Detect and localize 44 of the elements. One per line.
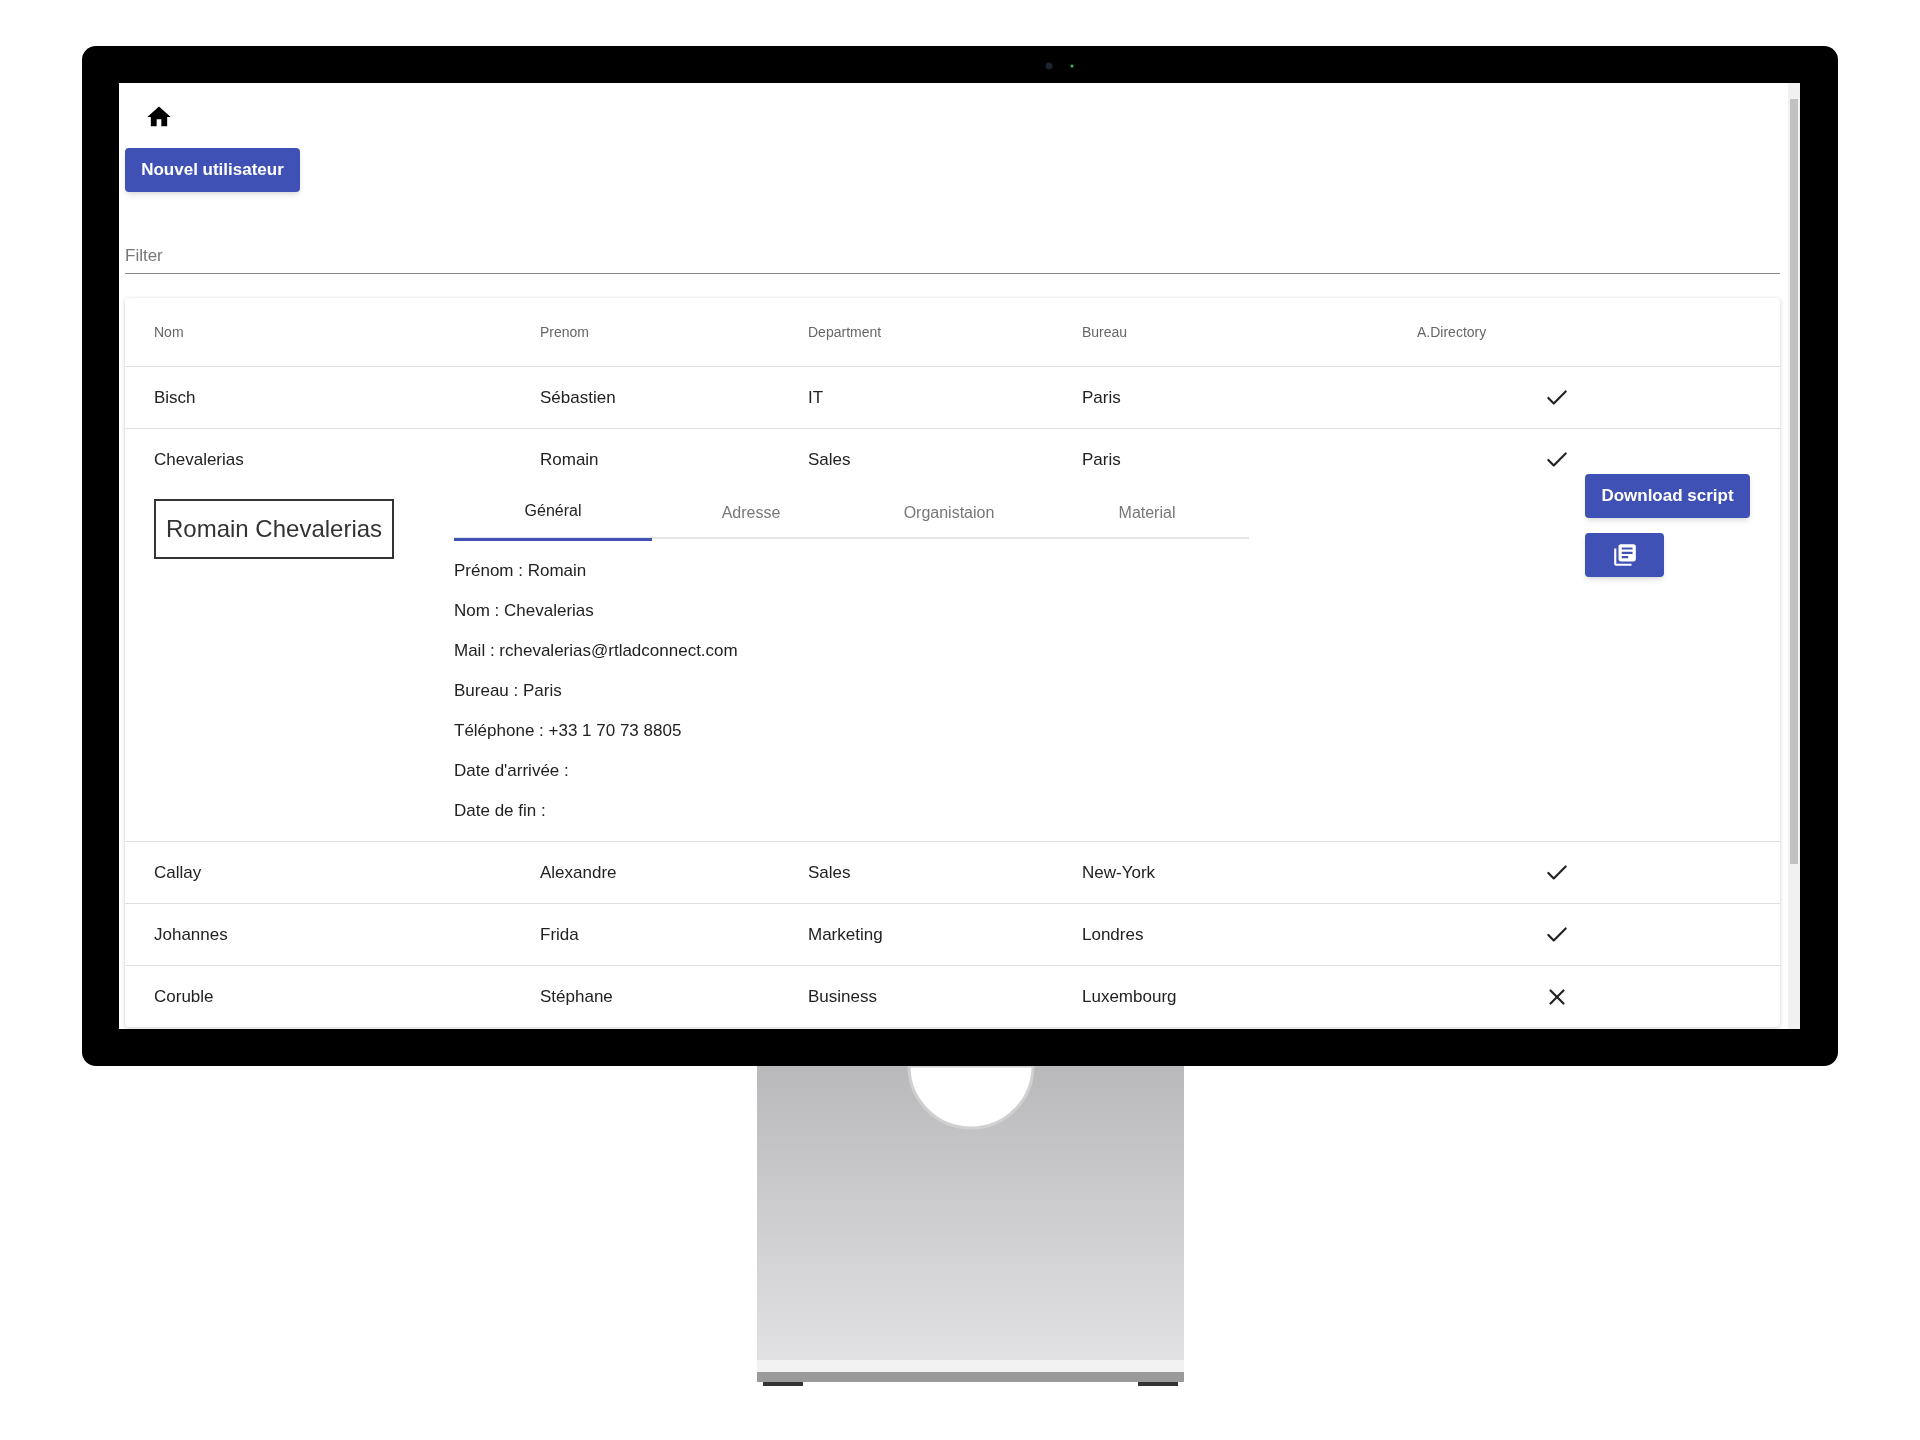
documents-icon	[1611, 542, 1638, 568]
table-cell-text: Sales	[808, 861, 852, 884]
detail-text: Bureau : Paris	[454, 680, 563, 702]
table-cell-text: New-York	[1082, 861, 1157, 884]
table-cell-text: Marketing	[808, 923, 884, 946]
table-cell-text: Paris	[1082, 448, 1122, 471]
table-cell-text: Coruble	[154, 985, 215, 1008]
download-script-button[interactable]: Download script	[1585, 474, 1750, 518]
filter-field[interactable]: Filter	[125, 238, 1780, 274]
tab[interactable]: Material	[1048, 484, 1246, 541]
column-header: A.Directory	[1417, 322, 1488, 342]
table-cell-text: Londres	[1082, 923, 1145, 946]
table-cell-text: Sébastien	[540, 386, 617, 409]
column-header: Prenom	[540, 322, 591, 342]
detail-text: Date d'arrivée :	[454, 760, 570, 782]
table-cell-text: Romain	[540, 448, 600, 471]
new-user-button[interactable]: Nouvel utilisateur	[125, 148, 300, 192]
table-cell-text: Business	[808, 985, 878, 1008]
table-cell-text: Luxembourg	[1082, 985, 1178, 1008]
table-cell-text: Frida	[540, 923, 580, 946]
documents-button[interactable]	[1585, 533, 1664, 577]
detail-text: Nom : Chevalerias	[454, 600, 595, 622]
column-header: Nom	[154, 322, 185, 342]
table-cell-text: Alexandre	[540, 861, 618, 884]
tab[interactable]: Général	[454, 484, 652, 541]
table-cell-text: Bisch	[154, 386, 197, 409]
detail-text: Téléphone : +33 1 70 73 8805	[454, 720, 683, 742]
table-cell-text: Sales	[808, 448, 852, 471]
table-cell-text: Paris	[1082, 386, 1122, 409]
column-header: Bureau	[1082, 322, 1129, 342]
camera-icon	[1045, 62, 1075, 70]
scrollbar[interactable]	[1788, 83, 1800, 1029]
table-cell-text: Callay	[154, 861, 203, 884]
detail-text: Mail : rchevalerias@rtladconnect.com	[454, 640, 739, 662]
table-cell-text: Chevalerias	[154, 448, 245, 471]
table-cell-text: IT	[808, 386, 825, 409]
table-cell-text: Stéphane	[540, 985, 614, 1008]
table-cell-text: Johannes	[154, 923, 229, 946]
tab[interactable]: Adresse	[652, 484, 850, 541]
column-header: Department	[808, 322, 883, 342]
detail-text: Prénom : Romain	[454, 560, 588, 582]
tab[interactable]: Organistaion	[850, 484, 1048, 541]
detail-text: Date de fin :	[454, 800, 547, 822]
name-card: Romain Chevalerias	[154, 499, 395, 559]
